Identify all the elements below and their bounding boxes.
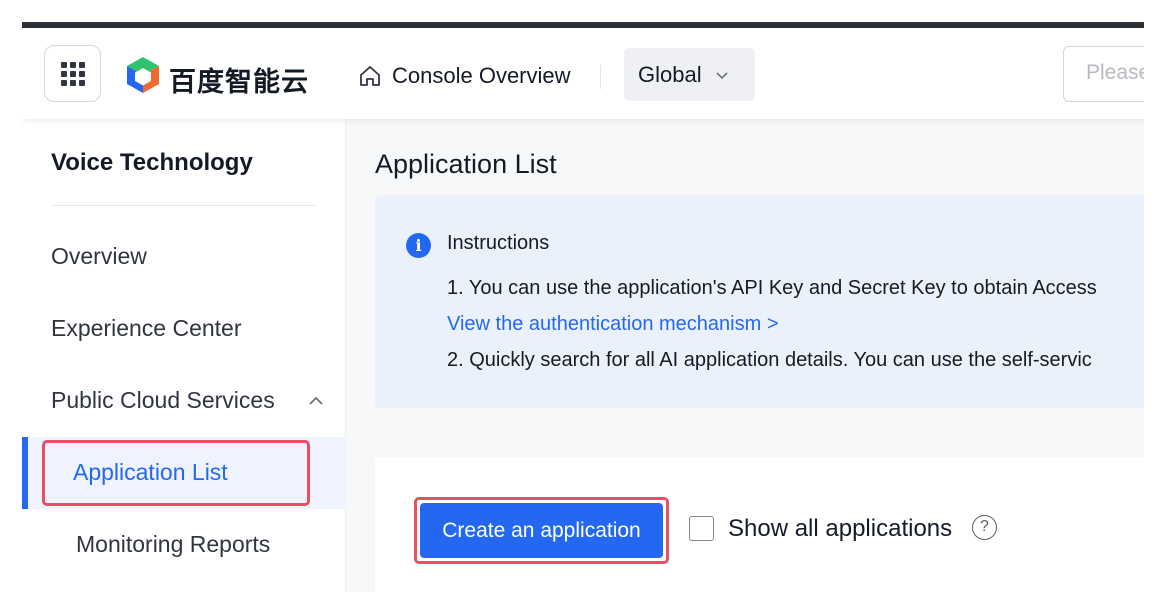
application-card: Create an application Show all applicati… (375, 457, 1144, 592)
console-overview-link[interactable]: Console Overview (358, 62, 571, 90)
instruction-line-1: 1. You can use the application's API Key… (447, 277, 1097, 299)
show-all-checkbox[interactable] (689, 516, 714, 541)
baidu-cloud-logo-icon (127, 57, 159, 93)
instructions-title: Instructions (447, 232, 550, 254)
app-frame: 百度智能云 Console Overview Global Please Voi… (22, 22, 1144, 592)
page-title: Application List (375, 149, 557, 179)
sidebar-item-label: Public Cloud Services (51, 387, 275, 413)
sidebar-item-experience-center[interactable]: Experience Center (51, 315, 242, 342)
home-icon (360, 66, 380, 86)
sidebar-item-public-cloud-services[interactable]: Public Cloud Services (51, 387, 323, 414)
brand-name[interactable]: 百度智能云 (169, 60, 309, 99)
instructions-panel: i Instructions 1. You can use the applic… (375, 195, 1144, 408)
info-icon: i (406, 233, 431, 258)
highlight-box (414, 497, 669, 564)
search-input[interactable]: Please (1063, 46, 1144, 102)
authentication-mechanism-link[interactable]: View the authentication mechanism > (447, 313, 779, 336)
grid-icon (61, 62, 85, 86)
sidebar-divider (51, 205, 317, 206)
sidebar: Voice Technology Overview Experience Cen… (22, 119, 346, 592)
instruction-line-2: 2. Quickly search for all AI application… (447, 349, 1092, 371)
sidebar-item-monitoring-reports[interactable]: Monitoring Reports (76, 531, 270, 558)
region-label: Global (638, 61, 702, 87)
sidebar-item-application-list[interactable]: Application List (22, 437, 346, 509)
console-overview-label: Console Overview (392, 63, 571, 88)
chevron-up-icon[interactable] (307, 392, 325, 410)
chevron-down-icon (716, 71, 728, 79)
highlight-box (42, 440, 310, 506)
top-navigation-bar: 百度智能云 Console Overview Global Please (22, 28, 1144, 119)
nav-divider (600, 65, 601, 89)
show-all-label[interactable]: Show all applications (728, 515, 952, 543)
active-indicator (22, 437, 28, 509)
sidebar-item-overview[interactable]: Overview (51, 243, 147, 270)
help-icon[interactable]: ? (972, 515, 997, 540)
region-selector[interactable]: Global (624, 48, 755, 101)
sidebar-title: Voice Technology (51, 149, 253, 176)
apps-menu-button[interactable] (44, 45, 101, 102)
